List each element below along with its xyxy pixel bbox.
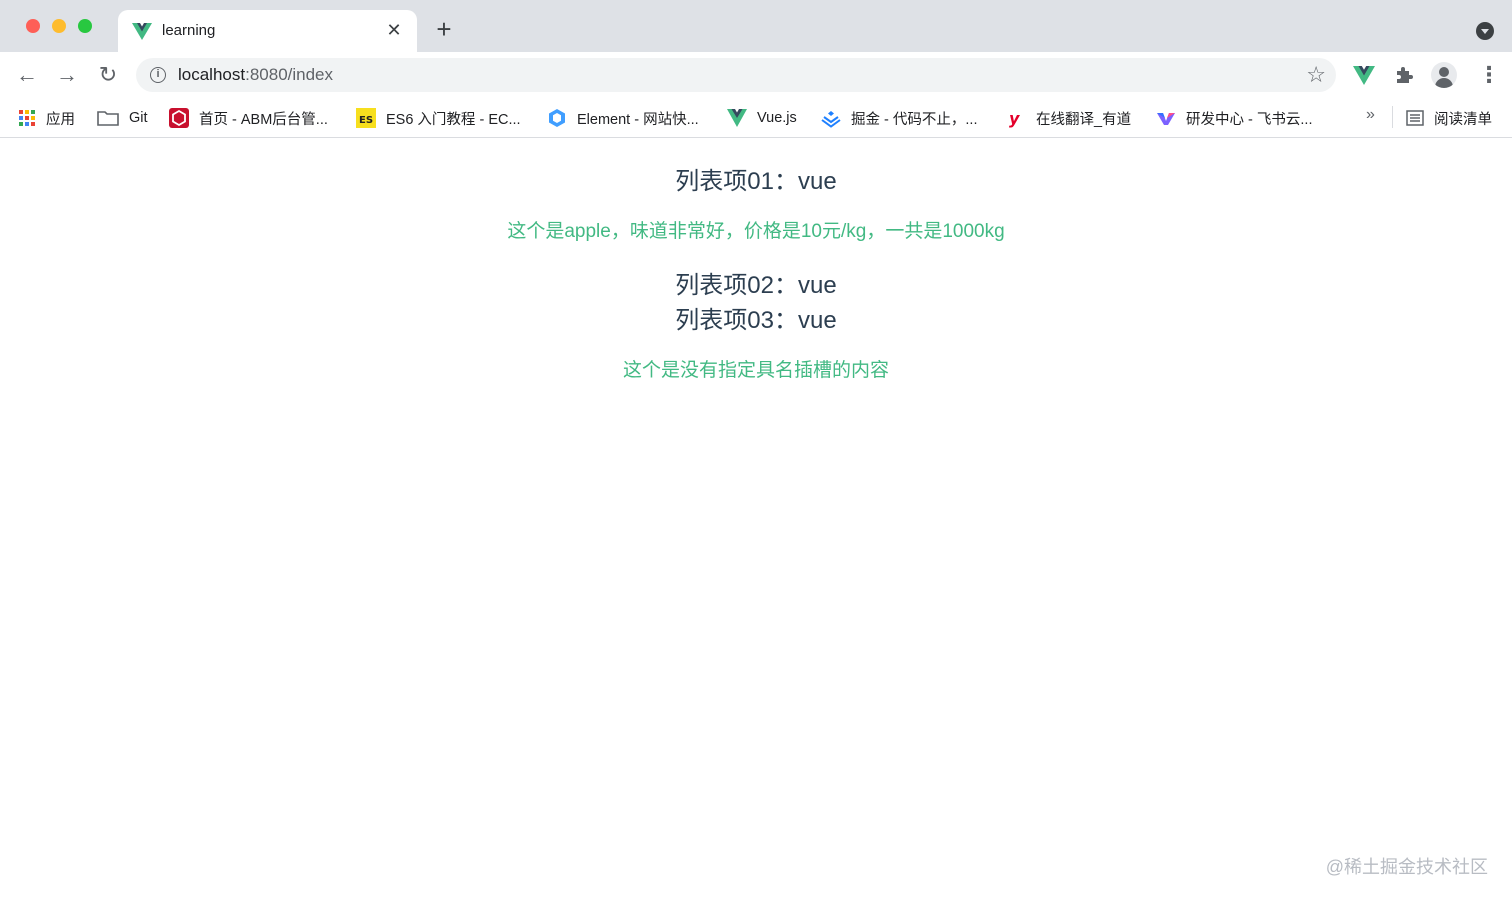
youdao-icon: y <box>1009 109 1020 128</box>
url-text[interactable]: localhost:8080/index <box>178 65 333 85</box>
bookmark-vuejs[interactable]: Vue.js <box>727 106 797 130</box>
reading-list-icon <box>1406 110 1424 126</box>
list-item-title: 列表项02：vue <box>675 272 837 299</box>
bookmark-label: 在线翻译_有道 <box>1036 111 1132 128</box>
bookmark-label: 首页 - ABM后台管... <box>199 111 328 128</box>
tab-strip: learning ✕ + <box>0 0 1512 52</box>
forward-button[interactable]: → <box>52 60 82 90</box>
watermark: @稀土掘金技术社区 <box>1325 857 1488 877</box>
bookmarks-bar: 应用 Git 首页 - ABM后台管... ES ES6 入门教程 - EC..… <box>0 98 1512 138</box>
vue-devtools-extension-icon[interactable] <box>1353 64 1375 86</box>
bookmark-label: 研发中心 - 飞书云... <box>1186 111 1313 128</box>
bookmarks-divider <box>1392 106 1393 128</box>
es-yellow-icon: ES <box>356 108 376 128</box>
more-bookmarks-button[interactable]: » <box>1366 106 1375 124</box>
bookmark-label: Git <box>129 110 148 126</box>
abm-red-icon <box>169 108 189 128</box>
bookmark-apps[interactable]: 应用 <box>18 106 75 130</box>
slot-content: 这个是apple，味道非常好，价格是10元/kg，一共是1000kg <box>507 221 1005 242</box>
browser-menu-icon[interactable]: ⋮ <box>1478 60 1500 90</box>
svg-text:ES: ES <box>359 115 373 126</box>
vue-icon <box>727 109 747 127</box>
apps-grid-icon <box>19 110 35 126</box>
close-window-button[interactable] <box>26 19 40 33</box>
site-info-icon[interactable]: i <box>150 67 166 83</box>
bookmark-star-icon[interactable]: ☆ <box>1306 62 1326 88</box>
browser-window: learning ✕ + ← → ↻ i localhost:8080/inde… <box>0 0 1512 903</box>
bookmark-label: 掘金 - 代码不止，... <box>851 111 978 128</box>
tab-learning[interactable]: learning ✕ <box>118 10 417 52</box>
minimize-window-button[interactable] <box>52 19 66 33</box>
back-button[interactable]: ← <box>12 60 42 90</box>
address-bar[interactable]: i localhost:8080/index ☆ <box>136 58 1336 92</box>
bookmark-label: Vue.js <box>757 110 797 126</box>
list-item-title: 列表项01：vue <box>675 168 837 195</box>
bookmark-element[interactable]: Element - 网站快... <box>547 106 699 130</box>
element-blue-icon <box>549 109 565 127</box>
bookmark-juejin[interactable]: 掘金 - 代码不止，... <box>821 106 977 130</box>
reading-list-button[interactable]: 阅读清单 <box>1406 106 1492 130</box>
bookmark-youdao[interactable]: y 在线翻译_有道 <box>1006 106 1131 130</box>
list-item-title: 列表项03：vue <box>675 307 837 334</box>
bookmark-es6[interactable]: ES ES6 入门教程 - EC... <box>356 106 521 130</box>
tab-search-icon[interactable] <box>1476 22 1494 40</box>
bookmark-label: 应用 <box>46 111 75 128</box>
bookmark-abm[interactable]: 首页 - ABM后台管... <box>169 106 328 130</box>
bookmark-feishu[interactable]: 研发中心 - 飞书云... <box>1156 106 1312 130</box>
tab-title: learning <box>162 22 216 39</box>
bookmark-git[interactable]: Git <box>97 106 148 130</box>
default-slot-content: 这个是没有指定具名插槽的内容 <box>622 360 889 381</box>
vue-logo-icon <box>132 23 152 40</box>
new-tab-button[interactable]: + <box>432 16 456 42</box>
url-host: localhost <box>178 65 246 84</box>
svg-text:y: y <box>1009 109 1020 128</box>
extensions-puzzle-icon[interactable] <box>1393 64 1415 86</box>
reading-list-label: 阅读清单 <box>1434 111 1492 128</box>
url-path: :8080/index <box>245 65 334 84</box>
feishu-icon <box>1157 113 1175 125</box>
bookmark-label: Element - 网站快... <box>577 111 699 128</box>
bookmark-label: ES6 入门教程 - EC... <box>386 111 521 128</box>
toolbar: ← → ↻ i localhost:8080/index ☆ ⋮ <box>0 52 1512 98</box>
reload-button[interactable]: ↻ <box>93 60 123 90</box>
folder-icon <box>97 111 119 126</box>
juejin-icon <box>821 111 841 128</box>
page-content: 列表项01：vue 这个是apple，味道非常好，价格是10元/kg，一共是10… <box>0 139 1512 903</box>
profile-avatar-icon[interactable] <box>1431 62 1457 88</box>
close-tab-icon[interactable]: ✕ <box>383 19 405 41</box>
zoom-window-button[interactable] <box>78 19 92 33</box>
